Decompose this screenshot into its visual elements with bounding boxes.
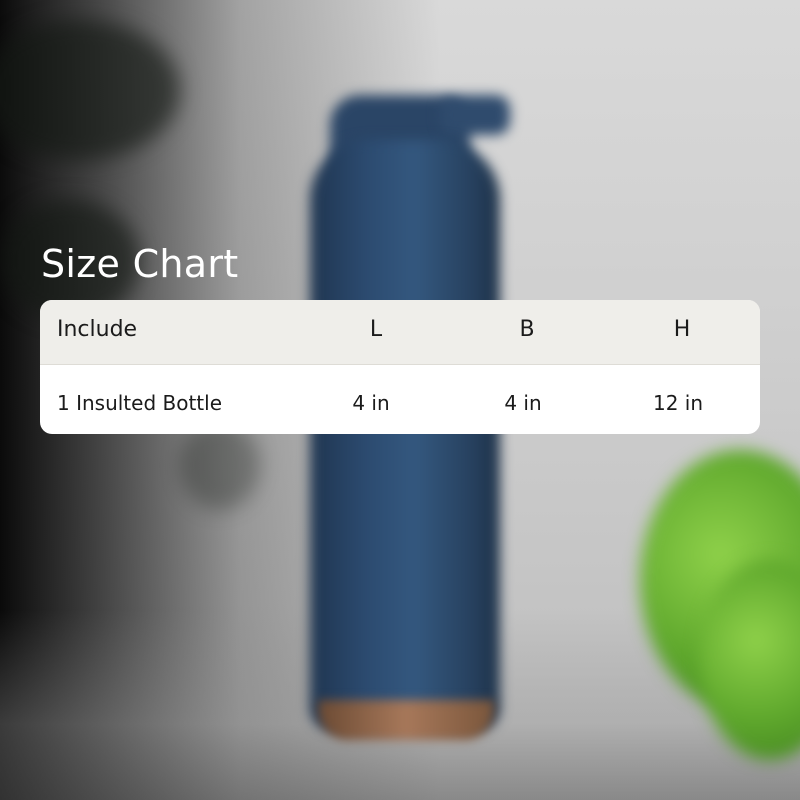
header-length: L (369, 317, 383, 342)
header-breadth: B (519, 317, 535, 342)
cell-include: 1 Insulted Bottle (57, 391, 223, 415)
cell-length: 4 in (352, 391, 390, 415)
cell-height: 12 in (652, 391, 704, 415)
page-title: Size Chart (41, 242, 239, 286)
table-header-row: Include L B H (40, 300, 760, 365)
bottle-body (310, 140, 500, 730)
dark-foliage-blur (0, 20, 180, 160)
cell-breadth: 4 in (504, 391, 542, 415)
bottle-handle (440, 95, 510, 135)
header-include: Include (57, 317, 138, 342)
size-chart-table: Include L B H 1 Insulted Bottle 4 in 4 i… (40, 300, 760, 434)
bottle-base (318, 700, 494, 740)
header-height: H (673, 317, 691, 342)
